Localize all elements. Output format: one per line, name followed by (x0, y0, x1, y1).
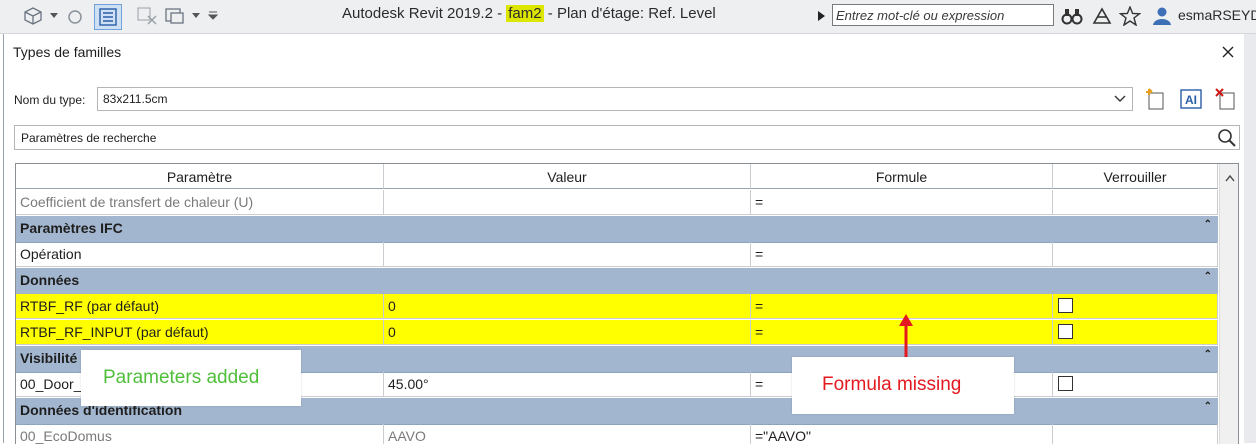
parameter-value[interactable] (384, 242, 751, 267)
file-name: fam2 (506, 5, 544, 22)
binoculars-icon[interactable] (1061, 6, 1083, 26)
annotation-text: Formula missing (822, 374, 962, 395)
search-icon[interactable] (1217, 128, 1237, 151)
window-title: Autodesk Revit 2019.2 - fam2 - Plan d'ét… (342, 5, 716, 22)
revit-titlebar: Autodesk Revit 2019.2 - fam2 - Plan d'ét… (0, 0, 1256, 34)
collapse-icon[interactable]: ⌃ (1204, 349, 1212, 360)
table-row: Coefficient de transfert de chaleur (U) … (16, 190, 1218, 216)
view-name: - Plan d'étage: Ref. Level (543, 5, 716, 22)
lock-cell (1053, 372, 1218, 397)
group-row-data[interactable]: Données ⌃ (16, 268, 1218, 295)
measure-icon[interactable] (66, 6, 84, 26)
switch-windows-icon[interactable] (164, 6, 186, 26)
type-name-value: 83x211.5cm (103, 92, 168, 106)
lock-checkbox[interactable] (1058, 324, 1073, 339)
red-arrow-icon (899, 314, 913, 360)
dialog-title: Types de familles (13, 44, 122, 60)
parameter-name[interactable]: Coefficient de transfert de chaleur (U) (16, 190, 384, 215)
annotation-parameters-added: Parameters added (81, 350, 301, 406)
parameter-value[interactable]: 0 (384, 320, 751, 345)
background-window-edge (1244, 34, 1256, 443)
table-row: 00_EcoDomus AAVO ="AAVO" (16, 424, 1218, 444)
lock-checkbox[interactable] (1058, 376, 1073, 391)
3d-view-icon[interactable] (22, 6, 44, 26)
lock-cell (1053, 190, 1218, 215)
chevron-right-icon[interactable] (818, 11, 826, 31)
star-icon[interactable] (1119, 6, 1141, 26)
collapse-icon[interactable]: ⌃ (1204, 219, 1212, 230)
search-parameters-input[interactable]: Paramètres de recherche (14, 125, 1240, 150)
type-name-select[interactable]: 83x211.5cm (97, 87, 1133, 111)
parameter-value[interactable] (384, 190, 751, 215)
search-parameters-placeholder: Paramètres de recherche (21, 131, 157, 145)
parameter-formula[interactable]: ="AAVO" (751, 424, 1053, 444)
parameter-value[interactable]: 45.00° (384, 372, 751, 397)
close-icon[interactable] (1216, 40, 1240, 64)
table-row: Opération = (16, 242, 1218, 268)
group-row-ifc[interactable]: Paramètres IFC ⌃ (16, 216, 1218, 243)
lock-cell (1053, 320, 1218, 345)
subscription-icon[interactable] (1091, 6, 1113, 26)
header-lock[interactable]: Verrouiller (1053, 164, 1218, 189)
parameter-formula[interactable]: = (751, 190, 1053, 215)
table-row: RTBF_RF (par défaut) 0 = (16, 294, 1218, 320)
annotation-formula-missing: Formula missing (792, 357, 1014, 414)
parameter-name[interactable]: RTBF_RF_INPUT (par défaut) (16, 320, 384, 345)
table-row: RTBF_RF_INPUT (par défaut) 0 = (16, 320, 1218, 346)
group-label: Paramètres IFC (20, 220, 123, 236)
parameter-name[interactable]: Opération (16, 242, 384, 267)
collapse-icon[interactable]: ⌃ (1204, 401, 1212, 412)
delete-type-icon[interactable] (1214, 87, 1238, 111)
rename-type-icon[interactable]: AI (1179, 87, 1203, 111)
help-search-input[interactable]: Entrez mot-clé ou expression (832, 4, 1054, 26)
collapse-icon[interactable]: ⌃ (1204, 271, 1212, 282)
parameter-name[interactable]: RTBF_RF (par défaut) (16, 294, 384, 319)
vertical-scrollbar[interactable] (1219, 164, 1238, 444)
parameter-name[interactable]: 00_EcoDomus (16, 424, 384, 444)
lock-cell (1053, 242, 1218, 267)
parameter-value[interactable]: 0 (384, 294, 751, 319)
close-inactive-icon[interactable] (136, 6, 158, 26)
user-name[interactable]: esmaRSEYD (1178, 7, 1256, 23)
lock-checkbox[interactable] (1058, 298, 1073, 313)
user-icon[interactable] (1151, 6, 1173, 26)
chevron-down-icon[interactable] (192, 13, 200, 33)
group-label: Visibilité (20, 350, 78, 366)
parameter-formula[interactable]: = (751, 242, 1053, 267)
chevron-down-icon (1114, 93, 1126, 108)
lock-cell (1053, 294, 1218, 319)
type-name-label: Nom du type: (14, 93, 86, 107)
parameter-value[interactable]: AAVO (384, 424, 751, 444)
customize-toolbar-icon[interactable] (208, 10, 218, 30)
group-label: Données (20, 272, 80, 288)
scroll-up-icon[interactable] (1225, 170, 1235, 185)
header-formula[interactable]: Formule (751, 164, 1053, 189)
chevron-down-icon[interactable] (50, 13, 58, 33)
grid-header: Paramètre Valeur Formule Verrouiller (16, 164, 1218, 190)
properties-toggle-icon[interactable] (94, 4, 122, 30)
header-parameter[interactable]: Paramètre (16, 164, 384, 189)
annotation-text: Parameters added (103, 367, 260, 388)
svg-text:AI: AI (1185, 93, 1197, 107)
new-type-icon[interactable] (1144, 87, 1168, 111)
app-name: Autodesk Revit 2019.2 - (342, 5, 507, 22)
header-value[interactable]: Valeur (384, 164, 751, 189)
lock-cell (1053, 424, 1218, 444)
